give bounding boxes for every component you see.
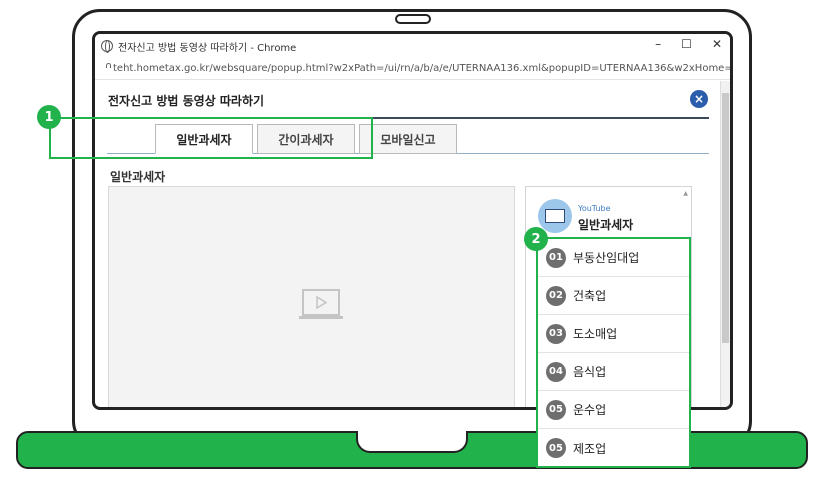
maximize-button[interactable]: ☐ — [681, 37, 692, 51]
item-number-badge: 05 — [546, 399, 566, 420]
tabs-highlight-box — [49, 117, 373, 159]
item-number-badge: 02 — [546, 285, 566, 306]
item-number-badge: 01 — [546, 247, 566, 268]
close-popup-button[interactable]: × — [690, 90, 708, 108]
tab-mobile-filing[interactable]: 모바일신고 — [359, 124, 457, 154]
item-label: 음식업 — [573, 365, 607, 379]
playlist-item[interactable]: 04 음식업 — [538, 353, 689, 391]
item-number-badge: 05 — [546, 438, 566, 458]
laptop-camera — [395, 14, 431, 24]
item-label: 운수업 — [573, 403, 607, 417]
laptop-base-notch — [356, 431, 468, 453]
video-player[interactable] — [108, 186, 515, 407]
playlist-item[interactable]: 05 제조업 — [538, 429, 689, 467]
playlist-title: 일반과세자 — [578, 218, 634, 232]
video-player-icon — [299, 289, 343, 319]
page-title: 전자신고 방법 동영상 따라하기 — [108, 94, 265, 108]
scrollbar-thumb[interactable] — [722, 93, 729, 343]
playlist-highlight-box: 01 부동산임대업 02 건축업 03 도소매업 04 음식업 05 운수업 0… — [536, 237, 691, 468]
close-window-button[interactable]: ✕ — [712, 37, 722, 51]
globe-icon — [101, 40, 113, 53]
item-number-badge: 03 — [546, 323, 566, 344]
panel-scroll-up-icon[interactable]: ▲ — [683, 190, 688, 197]
playlist-item[interactable]: 03 도소매업 — [538, 315, 689, 353]
item-number-badge: 04 — [546, 361, 566, 382]
address-bar[interactable]: teht.hometax.go.kr/websquare/popup.html?… — [95, 58, 730, 80]
item-label: 제조업 — [573, 441, 607, 456]
callout-badge-1: 1 — [37, 105, 61, 129]
page-scrollbar[interactable] — [720, 81, 730, 407]
minimize-button[interactable]: – — [655, 37, 661, 51]
playlist-item[interactable]: 01 부동산임대업 — [538, 239, 689, 277]
youtube-label: YouTube — [578, 204, 611, 213]
window-title: 전자신고 방법 동영상 따라하기 - Chrome — [118, 42, 297, 54]
section-title: 일반과세자 — [110, 170, 166, 184]
playlist-item[interactable]: 05 운수업 — [538, 391, 689, 429]
item-label: 건축업 — [573, 289, 607, 303]
item-label: 도소매업 — [573, 327, 618, 341]
item-label: 부동산임대업 — [573, 251, 640, 265]
playlist-item[interactable]: 02 건축업 — [538, 277, 689, 315]
window-controls: – ☐ ✕ — [655, 37, 722, 51]
callout-badge-2: 2 — [524, 227, 548, 251]
youtube-monitor-icon — [538, 199, 572, 233]
window-titlebar: 전자신고 방법 동영상 따라하기 - Chrome – ☐ ✕ — [95, 34, 730, 58]
url-text: teht.hometax.go.kr/websquare/popup.html?… — [113, 63, 730, 74]
